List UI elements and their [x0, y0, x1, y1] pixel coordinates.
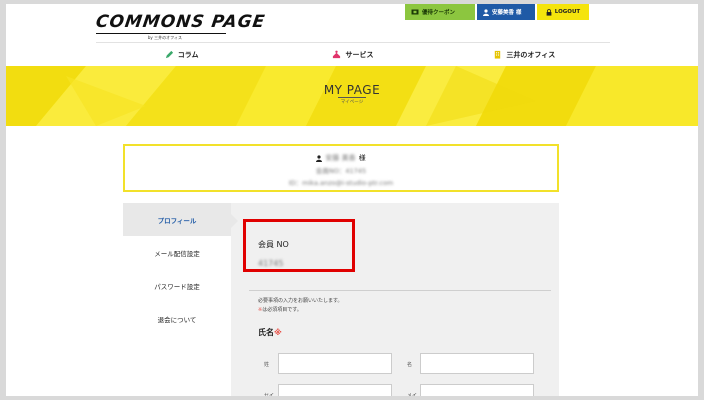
- service-icon: [333, 50, 341, 59]
- top-button-bar: 優待クーポン 安藤美香 様 LOGOUT: [405, 4, 589, 20]
- sidebar-item-password[interactable]: パスワード設定: [123, 269, 231, 302]
- user-id-line: ID：mika.anzo@i-studio-ptr.com: [288, 179, 394, 187]
- required-note-text: は必須項目です。: [262, 307, 302, 313]
- member-no-value: 41745: [258, 259, 284, 268]
- user-full-name: 安藤 美香: [325, 154, 356, 162]
- sidebar-item-withdraw[interactable]: 退会について: [123, 302, 231, 335]
- user-name-label: 安藤美香 様: [492, 10, 522, 16]
- member-no-label: 会員 NO: [258, 240, 289, 249]
- nav-item-label: コラム: [177, 50, 199, 59]
- last-name-kana-input[interactable]: [278, 384, 392, 396]
- coupon-button[interactable]: 優待クーポン: [405, 4, 475, 20]
- sidebar-item-profile[interactable]: プロフィール: [123, 203, 231, 236]
- page-subtitle: マイページ: [340, 100, 364, 105]
- page-banner: MY PAGE マイページ: [6, 66, 698, 126]
- page-title: MY PAGE: [323, 83, 381, 97]
- first-name-input[interactable]: [420, 353, 534, 374]
- nav-item-column[interactable]: コラム: [96, 43, 267, 66]
- nav-item-office[interactable]: 三井のオフィス: [439, 43, 610, 66]
- user-menu-button[interactable]: 安藤美香 様: [477, 4, 535, 20]
- profile-panel: 会員 NO 41745 必要事項の入力をお願いいたします。 ※は必須項目です。 …: [231, 203, 559, 396]
- user-icon: [483, 8, 489, 16]
- first-name-label: 名: [407, 362, 413, 368]
- coupon-label: 優待クーポン: [422, 10, 456, 16]
- site-logo[interactable]: COMMONS PAGE by 三井のオフィス: [94, 12, 267, 41]
- pencil-icon: [165, 50, 173, 59]
- logo-subtext: by 三井のオフィス: [147, 35, 182, 40]
- required-mark: ※: [274, 328, 282, 337]
- first-name-kana-input[interactable]: [420, 384, 534, 396]
- last-name-input[interactable]: [278, 353, 392, 374]
- name-label-text: 氏名: [258, 328, 274, 337]
- nav-item-label: サービス: [345, 50, 374, 59]
- member-number-line: 会員NO：41745: [315, 167, 367, 175]
- main-nav: コラム サービス 三井のオフィス: [96, 42, 610, 66]
- nav-item-service[interactable]: サービス: [267, 43, 438, 66]
- page-frame: COMMONS PAGE by 三井のオフィス 優待クーポン 安藤美香 様 LO…: [6, 4, 698, 396]
- logout-label: LOGOUT: [554, 9, 581, 15]
- name-section-label: 氏名※: [258, 327, 282, 338]
- active-tab-pointer: [231, 214, 238, 228]
- logo-underline: [96, 33, 226, 34]
- lock-icon: [546, 8, 552, 16]
- last-name-label: 姓: [264, 362, 270, 368]
- logout-button[interactable]: LOGOUT: [537, 4, 589, 20]
- honorific: 様: [358, 154, 366, 162]
- settings-sidebar: プロフィール メール配信設定 パスワード設定 退会について: [123, 203, 231, 335]
- logo-text: COMMONS PAGE: [94, 12, 267, 32]
- user-info-box: 安藤 美香 様 会員NO：41745 ID：mika.anzo@i-studio…: [123, 144, 559, 192]
- form-instruction: 必要事項の入力をお願いいたします。: [258, 298, 343, 304]
- section-divider: [249, 290, 551, 291]
- user-name-row: 安藤 美香 様: [125, 153, 557, 163]
- ticket-icon: [411, 9, 419, 15]
- first-name-kana-label: メイ: [407, 393, 418, 396]
- nav-item-label: 三井のオフィス: [506, 50, 556, 59]
- building-icon: [495, 50, 501, 59]
- last-name-kana-label: セイ: [264, 393, 275, 396]
- person-icon: [316, 154, 323, 162]
- title-divider: [338, 97, 366, 98]
- required-note: ※は必須項目です。: [258, 306, 302, 313]
- sidebar-item-mail-settings[interactable]: メール配信設定: [123, 236, 231, 269]
